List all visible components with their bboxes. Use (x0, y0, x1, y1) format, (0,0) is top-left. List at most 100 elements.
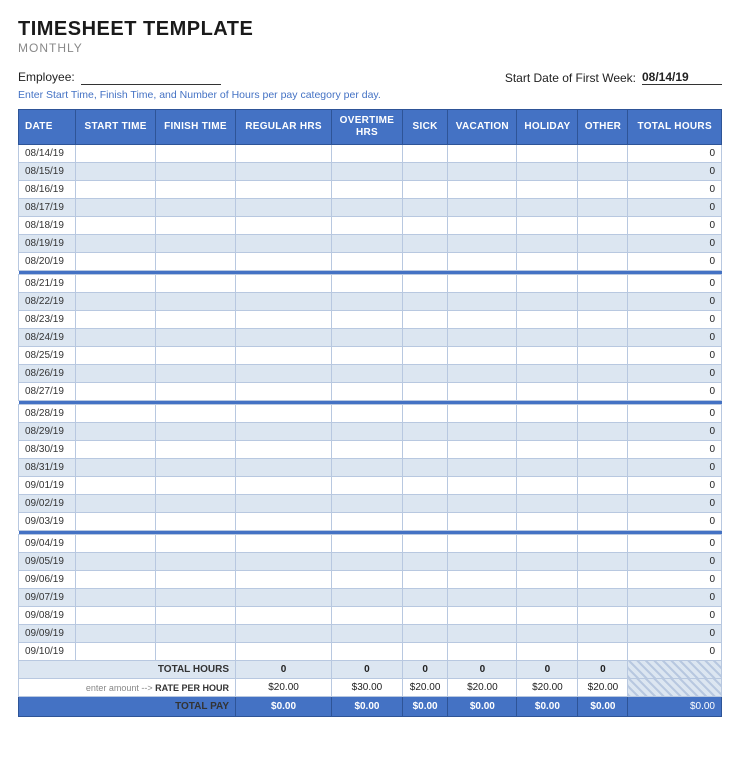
cell-value[interactable] (448, 199, 517, 217)
table-row[interactable]: 08/19/190 (19, 235, 722, 253)
cell-value[interactable] (578, 199, 628, 217)
table-row[interactable]: 08/27/190 (19, 383, 722, 401)
cell-value[interactable] (578, 459, 628, 477)
cell-value[interactable] (448, 477, 517, 495)
cell-value[interactable] (236, 311, 332, 329)
cell-value[interactable] (155, 423, 235, 441)
cell-value[interactable] (517, 589, 578, 607)
cell-value[interactable] (155, 405, 235, 423)
cell-value[interactable] (402, 311, 447, 329)
cell-value[interactable] (517, 495, 578, 513)
cell-value[interactable] (448, 607, 517, 625)
cell-value[interactable] (578, 383, 628, 401)
cell-value[interactable] (448, 365, 517, 383)
cell-value[interactable] (155, 589, 235, 607)
cell-value[interactable] (448, 571, 517, 589)
cell-value[interactable] (402, 293, 447, 311)
cell-value[interactable] (448, 383, 517, 401)
cell-value[interactable] (402, 571, 447, 589)
cell-value[interactable] (155, 293, 235, 311)
cell-value[interactable] (155, 347, 235, 365)
table-row[interactable]: 08/29/190 (19, 423, 722, 441)
cell-value[interactable] (236, 553, 332, 571)
cell-value[interactable] (402, 589, 447, 607)
cell-value[interactable] (236, 423, 332, 441)
cell-value[interactable] (517, 607, 578, 625)
cell-value[interactable] (402, 199, 447, 217)
cell-value[interactable] (236, 181, 332, 199)
cell-value[interactable] (332, 163, 403, 181)
cell-value[interactable] (402, 459, 447, 477)
cell-value[interactable] (155, 571, 235, 589)
cell-value[interactable] (236, 571, 332, 589)
cell-value[interactable] (155, 329, 235, 347)
cell-value[interactable] (517, 217, 578, 235)
cell-value[interactable] (155, 607, 235, 625)
cell-value[interactable] (517, 181, 578, 199)
cell-value[interactable] (76, 441, 156, 459)
cell-value[interactable] (517, 253, 578, 271)
cell-value[interactable] (448, 181, 517, 199)
cell-value[interactable] (236, 235, 332, 253)
cell-value[interactable] (76, 459, 156, 477)
cell-value[interactable] (76, 423, 156, 441)
cell-value[interactable] (155, 199, 235, 217)
cell-value[interactable] (517, 163, 578, 181)
cell-value[interactable] (236, 535, 332, 553)
cell-value[interactable] (332, 217, 403, 235)
cell-value[interactable] (448, 217, 517, 235)
cell-value[interactable] (517, 293, 578, 311)
cell-value[interactable] (578, 329, 628, 347)
cell-value[interactable] (517, 643, 578, 661)
cell-value[interactable] (332, 145, 403, 163)
table-row[interactable]: 09/05/190 (19, 553, 722, 571)
cell-value[interactable] (236, 347, 332, 365)
cell-value[interactable] (448, 625, 517, 643)
cell-value[interactable] (578, 477, 628, 495)
cell-value[interactable] (578, 347, 628, 365)
cell-value[interactable] (76, 235, 156, 253)
cell-value[interactable] (76, 329, 156, 347)
cell-value[interactable] (448, 293, 517, 311)
cell-value[interactable] (517, 383, 578, 401)
cell-value[interactable] (332, 643, 403, 661)
cell-value[interactable] (236, 513, 332, 531)
cell-value[interactable] (332, 275, 403, 293)
cell-value[interactable] (332, 423, 403, 441)
cell-value[interactable] (448, 145, 517, 163)
cell-value[interactable] (332, 347, 403, 365)
cell-value[interactable] (155, 441, 235, 459)
cell-value[interactable] (155, 383, 235, 401)
cell-value[interactable] (402, 275, 447, 293)
cell-value[interactable] (332, 293, 403, 311)
cell-value[interactable] (332, 571, 403, 589)
footer-rate-value[interactable]: $30.00 (332, 679, 403, 697)
cell-value[interactable] (517, 477, 578, 495)
cell-value[interactable] (448, 441, 517, 459)
cell-value[interactable] (448, 459, 517, 477)
cell-value[interactable] (578, 495, 628, 513)
cell-value[interactable] (332, 383, 403, 401)
cell-value[interactable] (448, 329, 517, 347)
cell-value[interactable] (517, 405, 578, 423)
cell-value[interactable] (448, 589, 517, 607)
cell-value[interactable] (236, 199, 332, 217)
cell-value[interactable] (76, 571, 156, 589)
cell-value[interactable] (448, 513, 517, 531)
cell-value[interactable] (155, 311, 235, 329)
cell-value[interactable] (236, 477, 332, 495)
cell-value[interactable] (578, 253, 628, 271)
cell-value[interactable] (448, 423, 517, 441)
cell-value[interactable] (76, 383, 156, 401)
cell-value[interactable] (76, 513, 156, 531)
cell-value[interactable] (517, 441, 578, 459)
cell-value[interactable] (402, 329, 447, 347)
cell-value[interactable] (402, 405, 447, 423)
cell-value[interactable] (402, 625, 447, 643)
cell-value[interactable] (236, 145, 332, 163)
table-row[interactable]: 09/02/190 (19, 495, 722, 513)
employee-value[interactable] (81, 69, 221, 85)
cell-value[interactable] (578, 625, 628, 643)
cell-value[interactable] (402, 383, 447, 401)
cell-value[interactable] (517, 199, 578, 217)
